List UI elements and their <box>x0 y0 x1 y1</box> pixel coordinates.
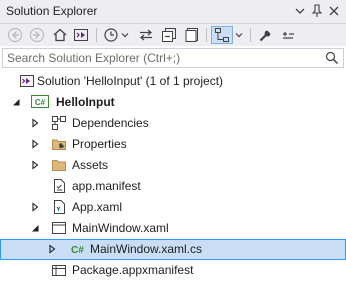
tree-item-label: Assets <box>72 158 109 172</box>
tree-item-dependencies[interactable]: Dependencies <box>0 113 346 134</box>
visual-studio-icon <box>74 29 88 41</box>
toolbar <box>0 24 346 46</box>
tree-item-label: Package.appxmanifest <box>72 263 194 277</box>
sync-arrows-icon <box>140 29 152 41</box>
pending-changes-filter-button[interactable] <box>102 26 120 44</box>
project-badge: C# <box>35 98 46 107</box>
collapsed-arrow-icon[interactable] <box>30 118 40 128</box>
tree-item-assets[interactable]: Assets <box>0 155 346 176</box>
tree-item-project[interactable]: C# HelloInput <box>0 92 346 113</box>
tree-item-label: MainWindow.xaml.cs <box>90 242 203 256</box>
tree-item-mainwindow-xaml[interactable]: MainWindow.xaml <box>0 218 346 239</box>
tree-item-properties[interactable]: Properties <box>0 134 346 155</box>
tree-view-icon <box>215 28 229 42</box>
arrow-left-icon <box>8 28 22 42</box>
tree-item-app-xaml[interactable]: App.xaml <box>0 197 346 218</box>
package-icon <box>52 265 66 276</box>
pin-button[interactable] <box>309 3 325 19</box>
tree-item-mainwindow-xaml-cs[interactable]: C# MainWindow.xaml.cs <box>0 239 346 260</box>
filter-dropdown-button[interactable] <box>120 26 130 44</box>
tree-item-label: app.manifest <box>72 179 141 193</box>
collapsed-arrow-icon[interactable] <box>30 202 40 212</box>
back-button[interactable] <box>6 26 24 44</box>
tree-item-app-manifest[interactable]: app.manifest <box>0 176 346 197</box>
toolbar-separator <box>206 28 207 42</box>
chevron-down-icon <box>295 8 305 14</box>
collapse-all-button[interactable] <box>160 26 178 44</box>
tree-item-label: App.xaml <box>72 200 123 214</box>
window-title: Solution Explorer <box>6 4 98 18</box>
expanded-arrow-icon[interactable] <box>30 223 40 233</box>
tree-item-label: Solution 'HelloInput' (1 of 1 project) <box>37 74 224 88</box>
collapsed-arrow-icon[interactable] <box>30 160 40 170</box>
title-bar: Solution Explorer <box>0 0 346 24</box>
solution-icon <box>20 75 34 87</box>
xaml-window-icon <box>52 222 66 234</box>
preview-dropdown-button[interactable] <box>234 26 244 44</box>
tree-item-label: Dependencies <box>72 116 149 130</box>
toolbar-separator <box>250 28 251 42</box>
wrench-icon <box>259 30 271 42</box>
pin-icon <box>311 4 323 17</box>
show-all-files-button[interactable] <box>183 26 201 44</box>
files-icon <box>185 28 198 42</box>
home-button[interactable] <box>51 26 69 44</box>
csharp-project-icon: C# <box>31 94 49 110</box>
chevron-down-icon <box>121 33 129 38</box>
tree-item-solution[interactable]: Solution 'HelloInput' (1 of 1 project) <box>0 71 346 92</box>
arrow-right-icon <box>30 28 44 42</box>
close-icon <box>329 6 339 16</box>
manifest-file-icon <box>54 179 65 193</box>
sync-with-active-document-button[interactable] <box>137 26 155 44</box>
collapse-all-icon <box>162 28 176 42</box>
tree-item-label: Properties <box>72 137 127 151</box>
collapsed-arrow-icon[interactable] <box>30 139 40 149</box>
file-badge: C# <box>71 245 84 256</box>
home-icon <box>53 28 67 42</box>
properties-icon <box>52 139 66 150</box>
window-dropdown-button[interactable] <box>292 3 308 19</box>
tree-item-label: MainWindow.xaml <box>72 221 169 235</box>
minus-lines-icon <box>283 32 294 39</box>
folder-icon <box>52 160 66 171</box>
expanded-arrow-icon[interactable] <box>11 97 21 107</box>
search-input[interactable] <box>7 50 317 66</box>
clock-icon <box>104 28 118 42</box>
chevron-down-icon <box>235 33 243 38</box>
preview-selected-items-button[interactable] <box>211 26 233 44</box>
xaml-file-icon <box>54 200 65 214</box>
close-button[interactable] <box>326 3 342 19</box>
search-box <box>2 48 344 68</box>
forward-button[interactable] <box>28 26 46 44</box>
properties-button[interactable] <box>257 26 275 44</box>
tree-item-label: HelloInput <box>56 95 115 109</box>
collapsed-arrow-icon[interactable] <box>47 244 57 254</box>
view-code-button[interactable] <box>279 26 297 44</box>
tree-item-package-appxmanifest[interactable]: Package.appxmanifest <box>0 260 346 281</box>
switch-views-button[interactable] <box>72 26 90 44</box>
search-icon[interactable] <box>325 51 339 65</box>
csharp-file-icon: C# <box>70 241 86 257</box>
dependencies-icon <box>52 116 66 130</box>
toolbar-separator <box>96 28 97 42</box>
